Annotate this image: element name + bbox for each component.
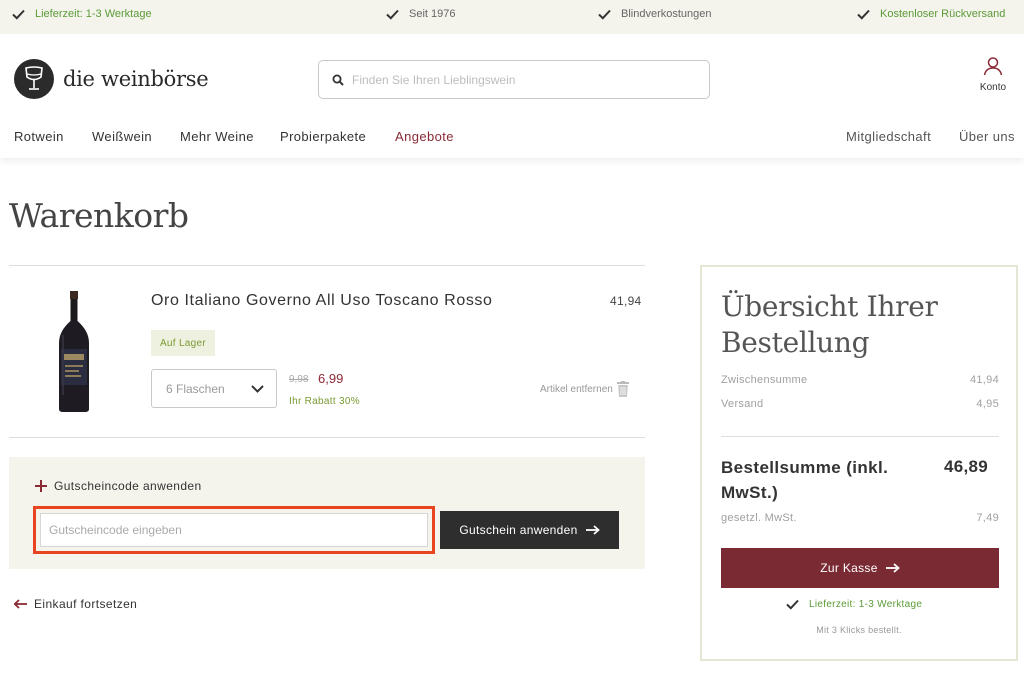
- continue-shopping-link[interactable]: Einkauf fortsetzen: [14, 597, 137, 611]
- check-icon: [857, 9, 870, 20]
- remove-item-label: Artikel entfernen: [540, 383, 613, 395]
- arrow-right-icon: [885, 563, 900, 573]
- summary-delivery-info: Lieferzeit: 1-3 Werktage: [786, 599, 922, 610]
- check-icon: [598, 9, 611, 20]
- account-button[interactable]: Konto: [972, 56, 1014, 93]
- wine-glass-logo-icon: [14, 59, 54, 99]
- apply-coupon-button[interactable]: Gutschein anwenden: [440, 511, 619, 549]
- search-bar[interactable]: [318, 60, 710, 99]
- arrow-right-icon: [585, 525, 600, 535]
- apply-coupon-label: Gutschein anwenden: [459, 523, 578, 537]
- nav-item-mitgliedschaft[interactable]: Mitgliedschaft: [846, 129, 931, 144]
- product-total-price: 41,94: [610, 294, 642, 308]
- plus-icon: [35, 480, 47, 492]
- nav-item-rotwein[interactable]: Rotwein: [14, 129, 64, 144]
- vat-value: 7,49: [976, 512, 999, 524]
- search-input[interactable]: [352, 72, 692, 87]
- subtotal-value: 41,94: [969, 374, 999, 386]
- usp-item-free-return: Kostenloser Rückversand: [857, 6, 1005, 22]
- coupon-section: Gutscheincode anwenden Gutschein anwende…: [9, 457, 645, 569]
- account-label: Konto: [979, 82, 1007, 93]
- quantity-value: 6 Flaschen: [166, 381, 225, 396]
- quantity-select[interactable]: 6 Flaschen: [151, 369, 277, 408]
- check-icon: [386, 9, 399, 20]
- summary-title: Übersicht Ihrer Bestellung: [721, 290, 938, 359]
- checkout-button[interactable]: Zur Kasse: [721, 548, 999, 588]
- new-unit-price: 6,99: [318, 371, 344, 386]
- check-icon: [786, 599, 799, 610]
- search-icon: [332, 74, 344, 86]
- continue-shopping-label: Einkauf fortsetzen: [34, 597, 138, 611]
- usp-label: Seit 1976: [409, 8, 456, 20]
- remove-item-button[interactable]: Artikel entfernen: [540, 381, 629, 397]
- summary-note: Mit 3 Klicks bestellt.: [816, 625, 902, 635]
- user-icon: [983, 57, 1003, 76]
- logo-text: die weinbörse: [63, 67, 209, 91]
- vat-label: gesetzl. MwSt.: [721, 512, 797, 524]
- checkout-label: Zur Kasse: [820, 561, 878, 575]
- usp-item-delivery: Lieferzeit: 1-3 Werktage: [12, 6, 152, 22]
- discount-label: Ihr Rabatt 30%: [289, 396, 360, 407]
- coupon-toggle-label: Gutscheincode anwenden: [54, 479, 202, 493]
- order-summary: Übersicht Ihrer Bestellung Zwischensumme…: [700, 265, 1018, 661]
- usp-label: Lieferzeit: 1-3 Werktage: [35, 8, 152, 20]
- subtotal-label: Zwischensumme: [721, 374, 808, 386]
- coupon-input-highlight: [33, 506, 435, 554]
- nav-item-mehr-weine[interactable]: Mehr Weine: [180, 129, 254, 144]
- usp-bar: Lieferzeit: 1-3 Werktage Seit 1976 Blind…: [0, 0, 1024, 34]
- logo[interactable]: die weinbörse: [14, 59, 209, 99]
- nav-item-probierpakete[interactable]: Probierpakete: [280, 129, 366, 144]
- usp-label: Blindverkostungen: [621, 8, 712, 20]
- usp-item-blind-tasting: Blindverkostungen: [598, 6, 712, 22]
- old-unit-price: 9,98: [289, 374, 309, 385]
- arrow-left-icon: [14, 599, 27, 609]
- site-header: die weinbörse Konto Rotwein Weißwein Meh…: [0, 34, 1024, 158]
- nav-item-ueber-uns[interactable]: Über uns: [959, 129, 1015, 144]
- shipping-row: Versand 4,95: [721, 398, 999, 410]
- shipping-value: 4,95: [976, 398, 999, 410]
- stock-badge: Auf Lager: [151, 330, 215, 356]
- divider: [721, 436, 999, 437]
- usp-label: Kostenloser Rückversand: [880, 8, 1006, 20]
- chevron-down-icon: [251, 384, 264, 393]
- usp-item-since: Seit 1976: [386, 6, 455, 22]
- subtotal-row: Zwischensumme 41,94: [721, 374, 999, 386]
- product-name[interactable]: Oro Italiano Governo All Uso Toscano Ros…: [151, 292, 493, 310]
- wine-bottle-image[interactable]: [55, 291, 93, 413]
- trash-icon: [616, 381, 629, 397]
- total-label: Bestellsumme (inkl. MwSt.): [721, 458, 889, 502]
- summary-delivery-label: Lieferzeit: 1-3 Werktage: [809, 599, 923, 610]
- coupon-code-input[interactable]: [40, 513, 428, 547]
- divider: [9, 265, 645, 266]
- nav-item-weisswein[interactable]: Weißwein: [92, 129, 152, 144]
- shipping-label: Versand: [721, 398, 764, 410]
- total-value: 46,89: [944, 457, 989, 476]
- vat-row: gesetzl. MwSt. 7,49: [721, 512, 999, 524]
- divider: [9, 437, 645, 438]
- coupon-toggle[interactable]: Gutscheincode anwenden: [35, 479, 202, 493]
- check-icon: [12, 9, 25, 20]
- page-title: Warenkorb: [9, 196, 189, 235]
- nav-item-angebote[interactable]: Angebote: [395, 129, 454, 144]
- main-nav: Rotwein Weißwein Mehr Weine Probierpaket…: [0, 129, 1024, 149]
